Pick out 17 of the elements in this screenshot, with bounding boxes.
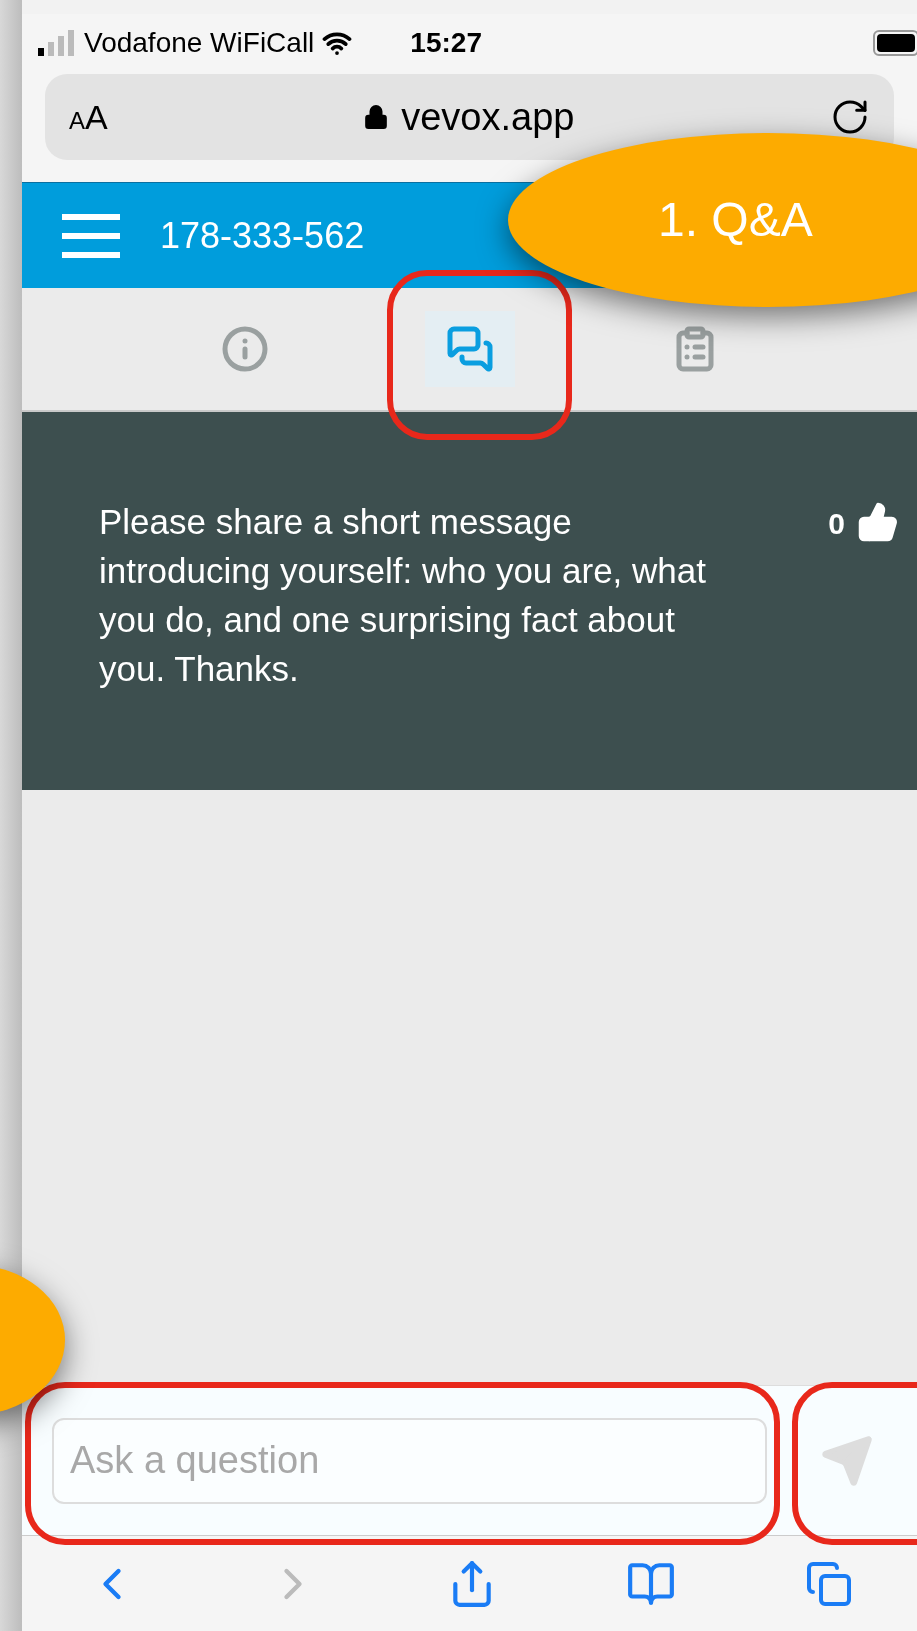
info-icon — [220, 325, 269, 373]
carrier-name: Vodafone WiFiCall — [84, 26, 315, 60]
session-id: 178-333-562 — [160, 213, 365, 258]
tab[interactable] — [424, 311, 515, 387]
status-time: 15:27 — [410, 26, 482, 60]
thumbs-up-icon[interactable] — [857, 501, 899, 543]
lock-icon — [363, 104, 390, 130]
send-icon — [820, 1433, 874, 1488]
message-text: Please share a short message introducing yourself: who you are, what you do, and one surprising fact about you. Thanks. — [99, 501, 707, 690]
question-input[interactable]: Ask a question — [52, 1417, 767, 1504]
text-size-button[interactable]: AA — [69, 91, 108, 143]
vote-count: 0 — [828, 506, 845, 542]
battery-icon — [873, 30, 917, 56]
tabs-icon[interactable] — [804, 1559, 853, 1608]
chat-icon — [445, 325, 494, 373]
signal-icon — [38, 30, 76, 56]
menu-icon[interactable] — [62, 213, 120, 258]
